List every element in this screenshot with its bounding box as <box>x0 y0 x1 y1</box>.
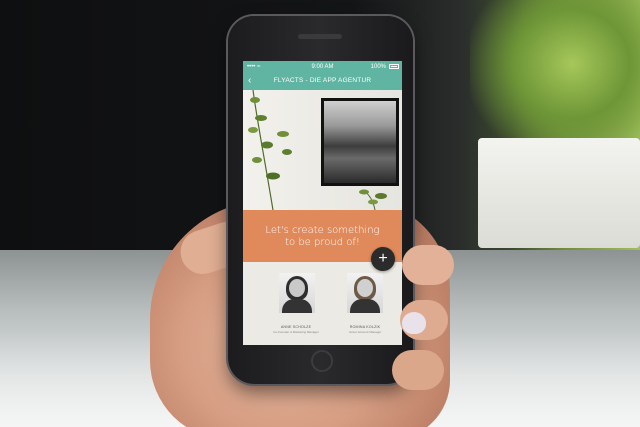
team-member-name: ANNE SCHOLZE <box>280 325 312 329</box>
team-member-role: Junior Account Manager <box>348 330 382 334</box>
plant-illustration <box>359 189 387 210</box>
home-button[interactable] <box>311 350 333 372</box>
avatar[interactable] <box>347 273 383 313</box>
landscape-artwork <box>324 101 396 183</box>
background-plant <box>470 0 640 160</box>
team-member-role: Co-Founder & Marketing Manager <box>273 330 319 334</box>
team-member-name: ROMINA KOLZIK <box>349 325 381 329</box>
photo-scene: •••• ≈ 9:00 AM 100% ‹ FLYACTS - DIE APP … <box>0 0 640 427</box>
battery-percent: 100% <box>370 64 386 70</box>
status-bar: •••• ≈ 9:00 AM 100% <box>243 61 402 73</box>
plus-icon: + <box>378 250 388 267</box>
plant-illustration <box>248 90 292 210</box>
finger <box>402 245 454 285</box>
fingernail <box>402 312 426 334</box>
add-button[interactable]: + <box>371 247 395 271</box>
tagline: Let's create something to be proud of! <box>243 225 402 249</box>
app-header: ‹ FLYACTS - DIE APP AGENTUR <box>243 73 402 90</box>
app-title: FLYACTS - DIE APP AGENTUR <box>273 77 372 84</box>
background-planter <box>478 138 640 248</box>
earpiece-speaker <box>298 34 342 39</box>
phone-screen: •••• ≈ 9:00 AM 100% ‹ FLYACTS - DIE APP … <box>243 61 402 345</box>
avatar[interactable] <box>279 273 315 313</box>
front-camera <box>285 32 293 40</box>
hero-photo <box>243 90 402 210</box>
finger <box>392 350 444 390</box>
tagline-line-1: Let's create something <box>265 225 380 236</box>
battery-icon <box>389 64 399 69</box>
